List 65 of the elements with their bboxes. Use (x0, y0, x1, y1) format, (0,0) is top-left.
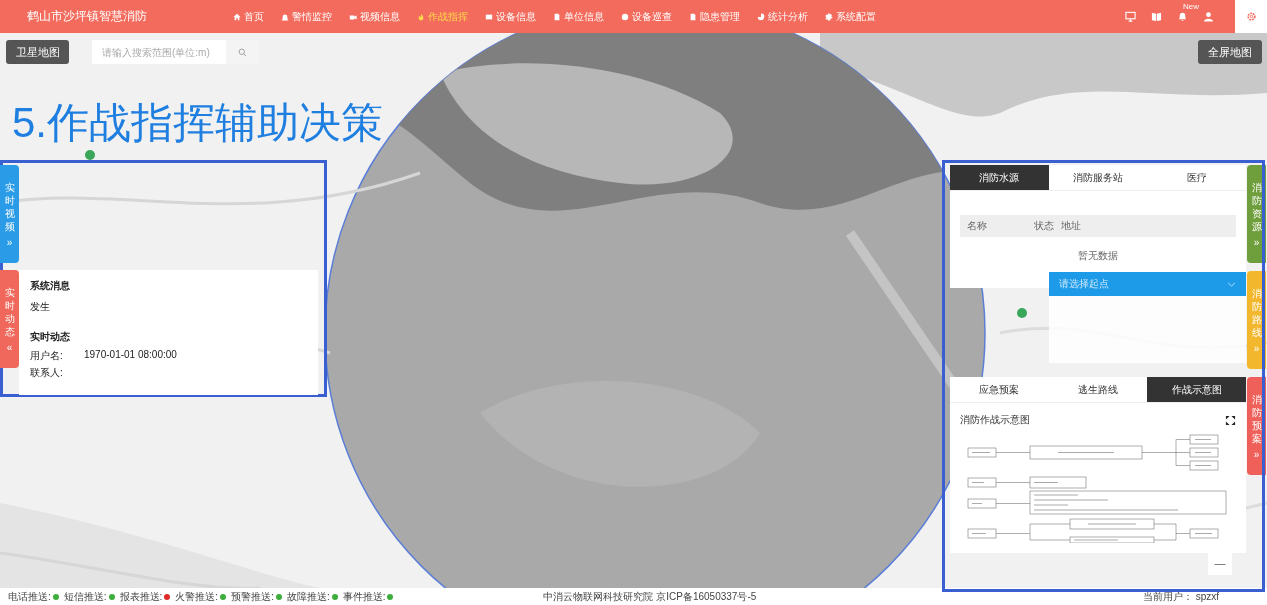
column-header: 名称 (966, 219, 988, 233)
plan-tab[interactable]: 应急预案 (950, 377, 1049, 402)
new-label: New (1183, 2, 1199, 11)
plan-tab[interactable]: 逃生路线 (1048, 377, 1148, 402)
column-header: 状态 (1033, 219, 1054, 233)
card-icon (485, 12, 493, 21)
app-title: 鹤山市沙坪镇智慧消防 (26, 8, 148, 25)
field-label: 联系人: (30, 366, 64, 380)
nav-tab[interactable]: 警情监控 (281, 9, 332, 24)
section-heading: 系统消息 (30, 279, 71, 293)
nav-tab[interactable]: 系统配置 (825, 9, 876, 24)
side-tab[interactable]: 实时动态 « (0, 270, 19, 368)
nav-tab[interactable]: 设备巡查 (621, 9, 672, 24)
bell-icon[interactable] (1177, 11, 1188, 22)
copyright-text: 中消云物联网科技研究院 京ICP备16050337号-5 (543, 589, 757, 604)
nav-tab[interactable]: 统计分析 (757, 9, 808, 24)
column-header: 地址 (1060, 219, 1081, 233)
siren-icon (281, 12, 289, 21)
book-icon[interactable] (1151, 11, 1162, 22)
field-label: 用户名: (30, 349, 64, 363)
circle-icon (621, 12, 629, 21)
side-tab[interactable]: 实时视频 » (0, 165, 19, 263)
fullscreen-map-button[interactable]: 全屏地图 (1198, 40, 1262, 64)
nav-tab[interactable]: 首页 (233, 9, 264, 24)
empty-text: 暂无数据 (1077, 249, 1119, 263)
annotation-title: 5.作战指挥辅助决策 (12, 98, 384, 148)
message-text: 发生 (30, 300, 51, 314)
home-icon (233, 12, 241, 21)
plan-tab[interactable]: 作战示意图 (1147, 377, 1246, 402)
push-label: 报表推送: (119, 589, 163, 604)
flame-icon (417, 12, 425, 21)
push-label: 短信推送: (63, 589, 107, 604)
nav-tab[interactable]: 单位信息 (553, 9, 604, 24)
push-label: 电话推送: (8, 589, 51, 604)
start-point-select[interactable]: 请选择起点 (1049, 272, 1246, 296)
camera-icon (349, 12, 357, 21)
search-icon (237, 47, 247, 57)
monitor-icon[interactable] (1125, 11, 1136, 22)
gear-icon (825, 12, 833, 21)
document-icon (553, 12, 561, 21)
resource-tab[interactable]: 消防服务站 (1048, 165, 1148, 190)
expand-icon[interactable] (1225, 414, 1236, 426)
pie-icon (757, 12, 765, 21)
resource-tab[interactable]: 消防水源 (950, 165, 1049, 190)
section-heading: 实时动态 (30, 330, 71, 344)
settings-icon (1245, 11, 1257, 22)
current-user: 当前用户： spzxf (1142, 589, 1219, 604)
search-field[interactable]: 请输入搜索范围(单位:m) (92, 40, 226, 64)
document-icon (689, 12, 697, 21)
push-label: 预警推送: (231, 589, 274, 604)
chevron-down-icon (1227, 281, 1236, 287)
satellite-map-button[interactable]: 卫星地图 (6, 40, 69, 64)
nav-tab[interactable]: 作战指挥 (417, 9, 468, 24)
user-icon[interactable] (1203, 11, 1214, 22)
nav-tab[interactable]: 视频信息 (349, 9, 400, 24)
nav-tab[interactable]: 设备信息 (485, 9, 536, 24)
nav-tab[interactable]: 隐患管理 (689, 9, 740, 24)
resource-tab[interactable]: 医疗 (1147, 165, 1246, 190)
zoom-out-button[interactable]: — (1208, 550, 1232, 575)
diagram-title: 消防作战示意图 (960, 413, 1030, 427)
push-label: 故障推送: (286, 589, 330, 604)
settings-button[interactable] (1235, 0, 1267, 33)
push-label: 事件推送: (342, 589, 386, 604)
push-label: 火警推送: (175, 589, 219, 604)
field-value: 1970-01-01 08:00:00 (84, 349, 177, 362)
